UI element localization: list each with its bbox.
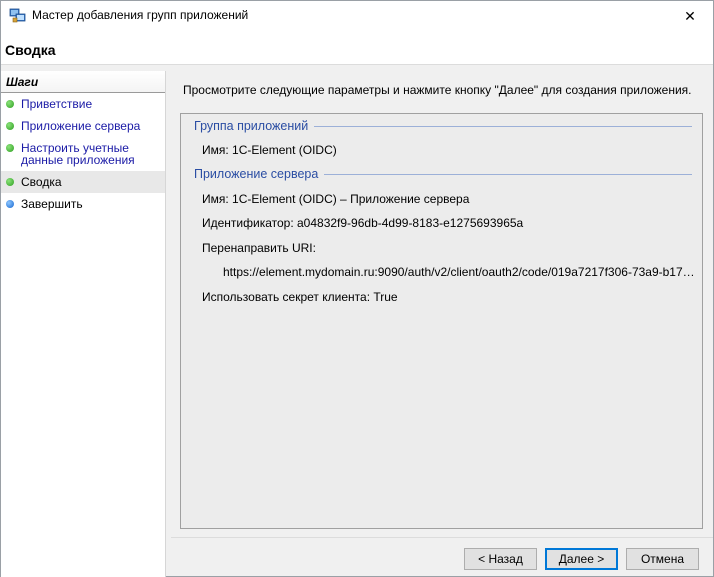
- section-application-group: Группа приложений: [194, 119, 692, 133]
- section-divider: [314, 125, 692, 127]
- step-done-icon: [6, 144, 14, 152]
- server-app-identifier: Идентификатор: a04832f9-96db-4d99-8183-e…: [202, 216, 524, 230]
- main-panel: Просмотрите следующие параметры и нажмит…: [171, 71, 713, 537]
- close-icon: ✕: [684, 7, 696, 24]
- cancel-button[interactable]: Отмена: [626, 548, 699, 570]
- step-pending-icon: [6, 200, 14, 208]
- instructions-text: Просмотрите следующие параметры и нажмит…: [183, 83, 692, 97]
- step-label: Настроить учетные данные приложения: [21, 141, 135, 167]
- step-done-icon: [6, 100, 14, 108]
- section-server-application: Приложение сервера: [194, 167, 692, 181]
- title-bar[interactable]: Мастер добавления групп приложений ✕: [1, 1, 713, 31]
- redirect-uri-label: Перенаправить URI:: [202, 241, 316, 255]
- section-divider: [324, 173, 692, 175]
- redirect-uri-value: https://element.mydomain.ru:9090/auth/v2…: [223, 265, 699, 279]
- step-server-app[interactable]: Приложение сервера: [1, 115, 165, 137]
- server-app-name: Имя: 1C-Element (OIDC) – Приложение серв…: [202, 192, 470, 206]
- window-title: Мастер добавления групп приложений: [32, 8, 249, 22]
- wizard-header: Сводка: [1, 31, 713, 65]
- next-button[interactable]: Далее >: [545, 548, 618, 570]
- client-secret-setting: Использовать секрет клиента: True: [202, 290, 398, 304]
- section-heading: Приложение сервера: [194, 167, 319, 181]
- step-label: Приложение сервера: [21, 119, 141, 133]
- button-bar: < Назад Далее > Отмена: [171, 537, 713, 577]
- step-done-icon: [6, 178, 14, 186]
- step-finish: Завершить: [1, 193, 165, 215]
- close-button[interactable]: ✕: [667, 1, 713, 31]
- steps-panel: Шаги Приветствие Приложение сервера Наст…: [1, 71, 166, 577]
- page-title: Сводка: [5, 42, 56, 58]
- section-heading: Группа приложений: [194, 119, 309, 133]
- step-label: Завершить: [21, 197, 83, 211]
- group-name: Имя: 1C-Element (OIDC): [202, 143, 337, 157]
- step-summary: Сводка: [1, 171, 165, 193]
- summary-box: Группа приложений Имя: 1C-Element (OIDC)…: [180, 113, 703, 529]
- steps-title: Шаги: [1, 71, 165, 93]
- step-welcome[interactable]: Приветствие: [1, 93, 165, 115]
- app-group-icon: [9, 8, 26, 23]
- back-button[interactable]: < Назад: [464, 548, 537, 570]
- step-label: Сводка: [21, 175, 62, 189]
- wizard-window: Мастер добавления групп приложений ✕ Сво…: [0, 0, 714, 577]
- step-configure-credentials[interactable]: Настроить учетные данные приложения: [1, 137, 165, 171]
- step-label: Приветствие: [21, 97, 93, 111]
- step-done-icon: [6, 122, 14, 130]
